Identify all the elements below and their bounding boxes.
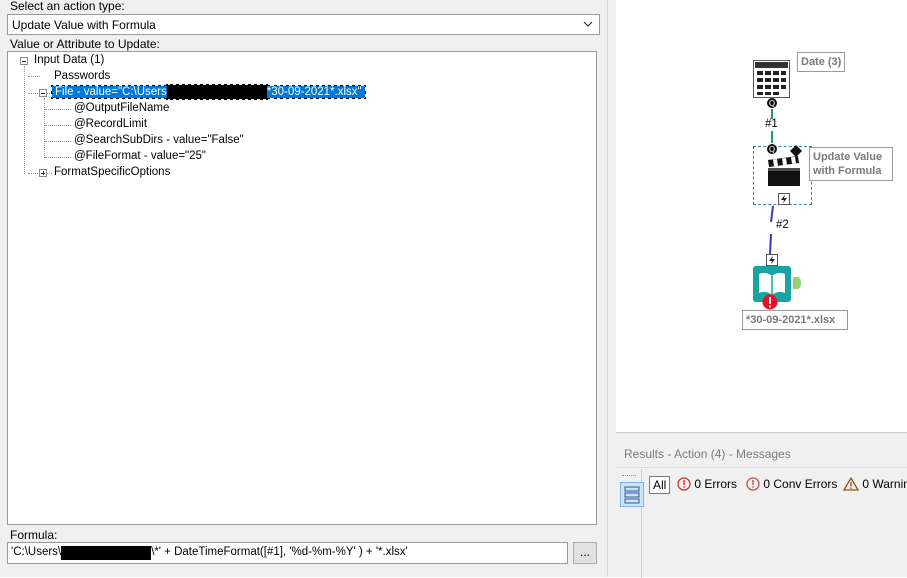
tree-node-search-sub-dirs[interactable]: @SearchSubDirs - value="False" [74, 133, 244, 148]
results-grid-toggle[interactable] [620, 482, 644, 507]
date-tool[interactable] [753, 60, 790, 98]
results-title: Results - Action (4) - Messages [624, 447, 791, 461]
input-tool-label: *30-09-2021*.xlsx [742, 310, 848, 330]
question-anchor-icon[interactable]: Q [766, 97, 778, 109]
redacted-block [166, 85, 267, 99]
errors-count: 0 Errors [694, 477, 738, 491]
tree-node-format-specific-options[interactable]: FormatSpecificOptions [54, 165, 170, 180]
action-tool-label: Update Value with Formula [809, 147, 893, 181]
warning-triangle-icon [842, 476, 860, 491]
filter-errors-button[interactable]: 0 Errors [677, 477, 737, 491]
tree-node-input-data[interactable]: Input Data (1) [34, 53, 104, 68]
update-target-label: Value or Attribute to Update: [10, 37, 160, 51]
filter-warnings-button[interactable]: 0 Warnin [842, 476, 907, 491]
tree-node-output-file-name[interactable]: @OutputFileName [74, 101, 169, 116]
list-view-icon [624, 486, 640, 504]
clapperboard-icon [768, 156, 800, 186]
warnings-count: 0 Warnin [862, 477, 907, 491]
formula-label: Formula: [10, 528, 58, 542]
lightning-anchor-icon [766, 254, 778, 266]
tree-node-file[interactable]: File - value="C:\Users *30-09-2021*.xlsx" [51, 85, 366, 100]
connection-label-2: #2 [776, 219, 789, 231]
tree-node-passwords[interactable]: Passwords [54, 69, 110, 84]
action-type-value: Update Value with Formula [12, 18, 156, 32]
formula-editor-button[interactable]: ... [573, 542, 597, 564]
action-connection-line [769, 205, 774, 255]
error-icon [762, 294, 778, 310]
connection-label-1: #1 [765, 118, 778, 130]
filter-all-button[interactable]: All [649, 476, 671, 494]
svg-text:Q: Q [769, 145, 775, 154]
conv-errors-count: 0 Conv Errors [763, 477, 838, 491]
calendar-icon [753, 60, 790, 98]
svg-text:Q: Q [769, 99, 775, 108]
output-anchor-icon[interactable] [792, 276, 802, 290]
question-input-icon: Q [767, 144, 777, 154]
configuration-pane: Select an action type: Update Value with… [0, 0, 607, 577]
formula-field[interactable]: 'C:\Users\ \*' + DateTimeFormat([#1], '%d… [7, 542, 568, 564]
file-value-suffix: *30-09-2021*.xlsx" [266, 86, 362, 98]
redacted-block [61, 546, 152, 560]
action-type-dropdown[interactable]: Update Value with Formula [7, 14, 600, 35]
pane-splitter[interactable] [607, 0, 616, 577]
collapse-input-data-icon[interactable] [20, 57, 28, 65]
lightning-anchor-icon[interactable] [778, 193, 790, 205]
collapse-file-icon[interactable] [39, 89, 47, 97]
workflow-canvas[interactable]: Q Date (3) #1 Q Update Value with Formul… [616, 0, 907, 432]
chevron-down-icon [583, 21, 593, 27]
formula-suffix: \*' + DateTimeFormat([#1], '%d-%m-%Y' ) … [151, 546, 408, 558]
tree-node-record-limit[interactable]: @RecordLimit [74, 117, 147, 132]
attribute-tree[interactable]: Input Data (1) Passwords File - value="C… [7, 51, 597, 525]
conv-error-circle-icon [746, 477, 760, 491]
action-type-label: Select an action type: [10, 0, 125, 13]
tree-node-file-format[interactable]: @FileFormat - value="25" [74, 149, 206, 164]
formula-prefix: 'C:\Users\ [11, 546, 62, 558]
file-value-prefix: File - value="C:\Users [55, 86, 167, 98]
error-circle-icon [677, 477, 691, 491]
results-pane: Results - Action (4) - Messages All 0 Er… [616, 432, 907, 578]
date-tool-label: Date (3) [797, 52, 846, 72]
filter-conv-errors-button[interactable]: 0 Conv Errors [746, 477, 837, 491]
expand-format-options-icon[interactable] [39, 169, 47, 177]
